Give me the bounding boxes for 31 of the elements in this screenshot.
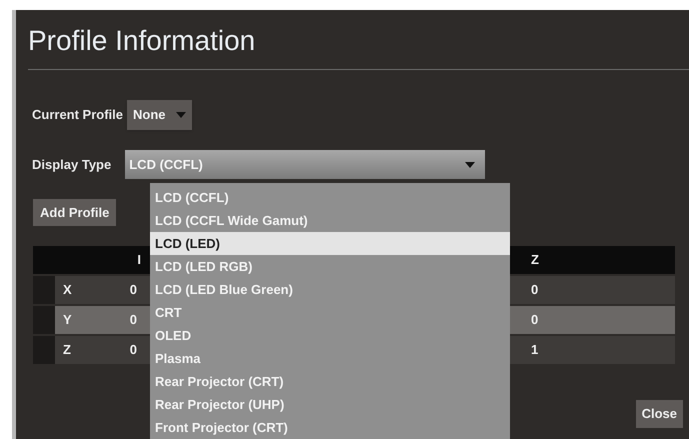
dropdown-option[interactable]: Plasma <box>150 347 510 370</box>
field-label: Display Type <box>32 156 112 174</box>
dropdown-option[interactable]: Rear Projector (UHP) <box>150 393 510 416</box>
row-label: Z <box>63 341 71 360</box>
field-label: Current Profile <box>32 106 124 124</box>
add-profile-button[interactable]: Add Profile <box>33 199 116 226</box>
dropdown-option[interactable]: LCD (LED) <box>150 232 510 255</box>
table-cell-text: 0 <box>130 311 137 330</box>
table-cell-text: 0 <box>530 281 540 300</box>
dropdown-option[interactable]: CRT <box>150 301 510 324</box>
row-label: X <box>63 281 72 300</box>
dropdown-option[interactable]: LCD (LED Blue Green) <box>150 278 510 301</box>
dropdown-option[interactable]: Rear Projector (CRT) <box>150 370 510 393</box>
table-cell-text: 0 <box>130 341 137 360</box>
column-header: I <box>136 251 142 270</box>
dropdown-option[interactable]: LCD (LED RGB) <box>150 255 510 278</box>
table-cell-text: 0 <box>530 311 540 330</box>
dropdown-option[interactable]: OLED <box>150 324 510 347</box>
row-label: Y <box>63 311 72 330</box>
column-header: Z <box>530 251 540 270</box>
display-type-dropdown[interactable]: LCD (CCFL) <box>125 150 486 179</box>
dialog-title: Profile Information <box>28 24 256 58</box>
dropdown-option[interactable]: LCD (CCFL Wide Gamut) <box>150 209 510 232</box>
dropdown-option[interactable]: LCD (CCFL) <box>150 186 510 209</box>
caret-icon <box>176 112 186 118</box>
table-cell-text: 1 <box>530 341 540 360</box>
profile-dropdown[interactable]: None <box>127 100 192 130</box>
caret-icon <box>465 162 476 168</box>
close-button[interactable]: Close <box>636 400 683 428</box>
dropdown-option[interactable]: Front Projector (CRT) <box>150 416 510 439</box>
table-cell-text: 0 <box>130 281 137 300</box>
